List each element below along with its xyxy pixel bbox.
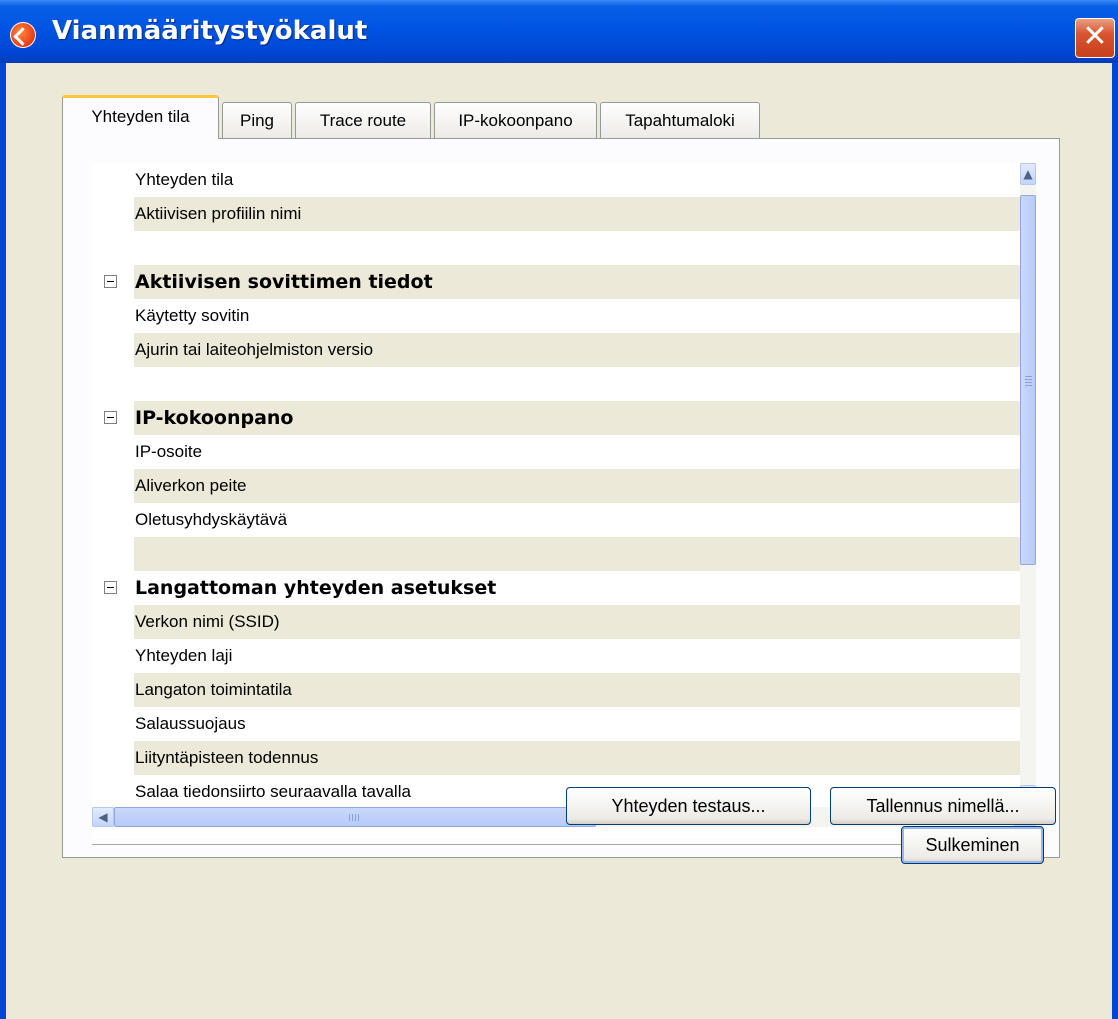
grip-line	[358, 814, 359, 821]
list-item[interactable]: Langaton toimintatila	[92, 673, 1020, 707]
divider	[92, 844, 1036, 848]
status-list[interactable]: Yhteyden tila Aktiivisen profiilin nimi …	[92, 163, 1036, 839]
close-icon: ✕	[1082, 19, 1108, 54]
list-item-label: Yhteyden tila	[135, 170, 234, 189]
vertical-scroll-thumb[interactable]	[1020, 195, 1036, 565]
title-bar[interactable]: Vianmääritystyökalut ✕	[0, 0, 1118, 63]
list-item-label: Oletusyhdyskäytävä	[135, 510, 288, 529]
tab-ping[interactable]: Ping	[222, 102, 292, 138]
chevron-left-icon: ◀	[98, 810, 108, 824]
list-item-label: Aliverkon peite	[135, 476, 247, 495]
grip-line	[349, 814, 350, 821]
grip-line	[1025, 376, 1032, 377]
close-window-button[interactable]: ✕	[1075, 18, 1115, 58]
list-item[interactable]: IP-osoite	[92, 435, 1020, 469]
list-item-label: IP-osoite	[135, 442, 203, 461]
window-frame-left	[0, 63, 6, 1019]
list-item[interactable]: Verkon nimi (SSID)	[92, 605, 1020, 639]
collapse-icon[interactable]	[104, 411, 117, 424]
collapse-icon[interactable]	[104, 581, 117, 594]
list-item-label: Salaa tiedonsiirto seuraavalla tavalla	[135, 782, 411, 801]
chevron-up-icon: ▲	[1023, 167, 1033, 181]
save-as-button[interactable]: Tallennus nimellä...	[830, 787, 1056, 825]
list-item-label: Käytetty sovitin	[135, 306, 250, 325]
list-item-label: Salaussuojaus	[135, 714, 246, 733]
status-rows: Yhteyden tila Aktiivisen profiilin nimi …	[92, 163, 1020, 807]
vertical-scrollbar[interactable]: ▲ ▼	[1020, 163, 1036, 807]
window-frame-right	[1112, 63, 1118, 1019]
list-item-label: Verkon nimi (SSID)	[135, 612, 280, 631]
collapse-icon[interactable]	[104, 275, 117, 288]
list-item[interactable]: Käytetty sovitin	[92, 299, 1020, 333]
grip-line	[352, 814, 353, 821]
list-item[interactable]: Yhteyden laji	[92, 639, 1020, 673]
grip-line	[1025, 385, 1032, 386]
list-item[interactable]: Ajurin tai laiteohjelmiston versio	[92, 333, 1020, 367]
window-title: Vianmääritystyökalut	[52, 16, 368, 46]
group-label: IP-kokoonpano	[135, 407, 294, 429]
list-item-label: Liityntäpisteen todennus	[135, 748, 319, 767]
horizontal-scroll-thumb[interactable]	[114, 807, 596, 827]
group-header[interactable]: Langattoman yhteyden asetukset	[92, 571, 1020, 605]
list-spacer	[92, 537, 1020, 571]
list-item[interactable]: Aktiivisen profiilin nimi	[92, 197, 1020, 231]
list-item-label: Yhteyden laji	[135, 646, 233, 665]
list-item-label: Aktiivisen profiilin nimi	[135, 204, 302, 223]
list-item[interactable]: Yhteyden tila	[92, 163, 1020, 197]
grip-line	[1025, 382, 1032, 383]
group-label: Aktiivisen sovittimen tiedot	[135, 271, 433, 293]
close-button[interactable]: Sulkeminen	[901, 826, 1044, 864]
tab-trace-route[interactable]: Trace route	[295, 102, 431, 138]
diagnostics-window: Vianmääritystyökalut ✕ Yhteyden tila Pin…	[0, 0, 1118, 1019]
group-label: Langattoman yhteyden asetukset	[135, 577, 497, 599]
list-item-label: Langaton toimintatila	[135, 680, 292, 699]
test-connection-button[interactable]: Yhteyden testaus...	[566, 787, 811, 825]
scroll-left-button[interactable]: ◀	[92, 807, 114, 827]
list-item-label: Ajurin tai laiteohjelmiston versio	[135, 340, 374, 359]
group-header[interactable]: Aktiivisen sovittimen tiedot	[92, 265, 1020, 299]
list-item[interactable]: Salaussuojaus	[92, 707, 1020, 741]
tab-event-log[interactable]: Tapahtumaloki	[600, 102, 760, 138]
scroll-up-button[interactable]: ▲	[1020, 163, 1036, 185]
grip-line	[355, 814, 356, 821]
list-item[interactable]: Oletusyhdyskäytävä	[92, 503, 1020, 537]
grip-line	[1025, 379, 1032, 380]
tab-ip-configuration[interactable]: IP-kokoonpano	[434, 102, 597, 138]
tab-connection-status[interactable]: Yhteyden tila	[62, 95, 219, 139]
app-icon	[10, 22, 36, 48]
group-header[interactable]: IP-kokoonpano	[92, 401, 1020, 435]
list-item[interactable]: Liityntäpisteen todennus	[92, 741, 1020, 775]
list-item[interactable]: Aliverkon peite	[92, 469, 1020, 503]
